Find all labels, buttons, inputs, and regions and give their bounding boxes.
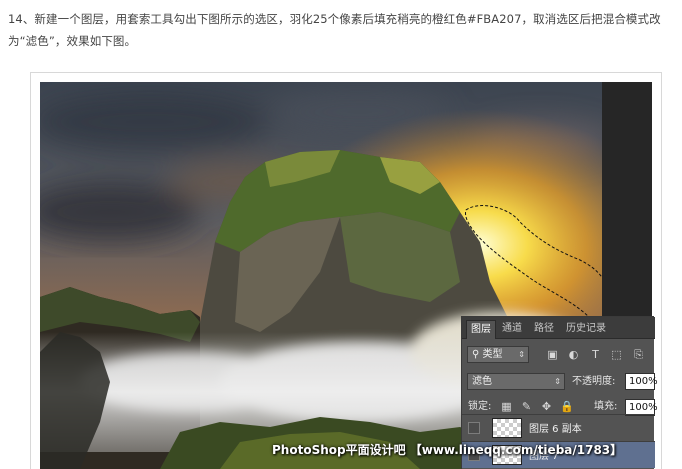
lock-transparent-pixels-icon[interactable]: ▦: [500, 400, 513, 413]
panel-tab-bar: 图层 通道 路径 历史记录: [462, 317, 655, 339]
updown-arrow-icon: ⇕: [518, 350, 525, 359]
adjustment-filter-icon[interactable]: ◐: [567, 348, 580, 361]
filter-row: ⚲ 类型 ⇕ ▣ ◐ T ⬚ ⎘: [462, 346, 655, 366]
lock-label: 锁定:: [468, 401, 492, 412]
tab-history[interactable]: 历史记录: [562, 320, 610, 339]
fill-label: 填充:: [594, 401, 618, 412]
shape-filter-icon[interactable]: ⬚: [610, 348, 623, 361]
lock-position-icon[interactable]: ✥: [540, 400, 553, 413]
lock-image-pixels-icon[interactable]: ✎: [520, 400, 533, 413]
blend-row: 滤色 ⇕ 不透明度: 100%: [462, 372, 658, 392]
opacity-input[interactable]: 100%: [625, 373, 658, 390]
layer-name: 图层 6 副本: [529, 424, 582, 435]
layer-thumbnail: [492, 418, 522, 438]
lock-all-icon[interactable]: 🔒: [560, 400, 574, 413]
tab-layers[interactable]: 图层: [466, 320, 496, 339]
filter-type-select[interactable]: ⚲ 类型 ⇕: [467, 346, 529, 363]
image-filter-icon[interactable]: ▣: [546, 348, 559, 361]
instruction-text: 14、新建一个图层，用套索工具勾出下图所示的选区，羽化25个像素后填充稍亮的橙红…: [8, 12, 661, 48]
layer-row-layer-6-copy[interactable]: 图层 6 副本: [462, 414, 655, 441]
tab-paths[interactable]: 路径: [530, 320, 558, 339]
visibility-toggle-icon[interactable]: [468, 422, 480, 434]
updown-arrow-icon: ⇕: [554, 377, 561, 386]
watermark-text: PhotoShop平面设计吧 【www.lineqq.com/tieba/178…: [272, 443, 623, 457]
blend-mode-select[interactable]: 滤色 ⇕: [467, 373, 565, 390]
search-icon: ⚲: [472, 349, 483, 360]
blend-mode-value: 滤色: [472, 376, 492, 387]
smart-object-filter-icon[interactable]: ⎘: [632, 348, 645, 361]
tab-channels[interactable]: 通道: [498, 320, 526, 339]
type-filter-icon[interactable]: T: [589, 348, 602, 361]
opacity-label: 不透明度:: [572, 376, 616, 387]
filter-type-label: 类型: [482, 349, 503, 360]
